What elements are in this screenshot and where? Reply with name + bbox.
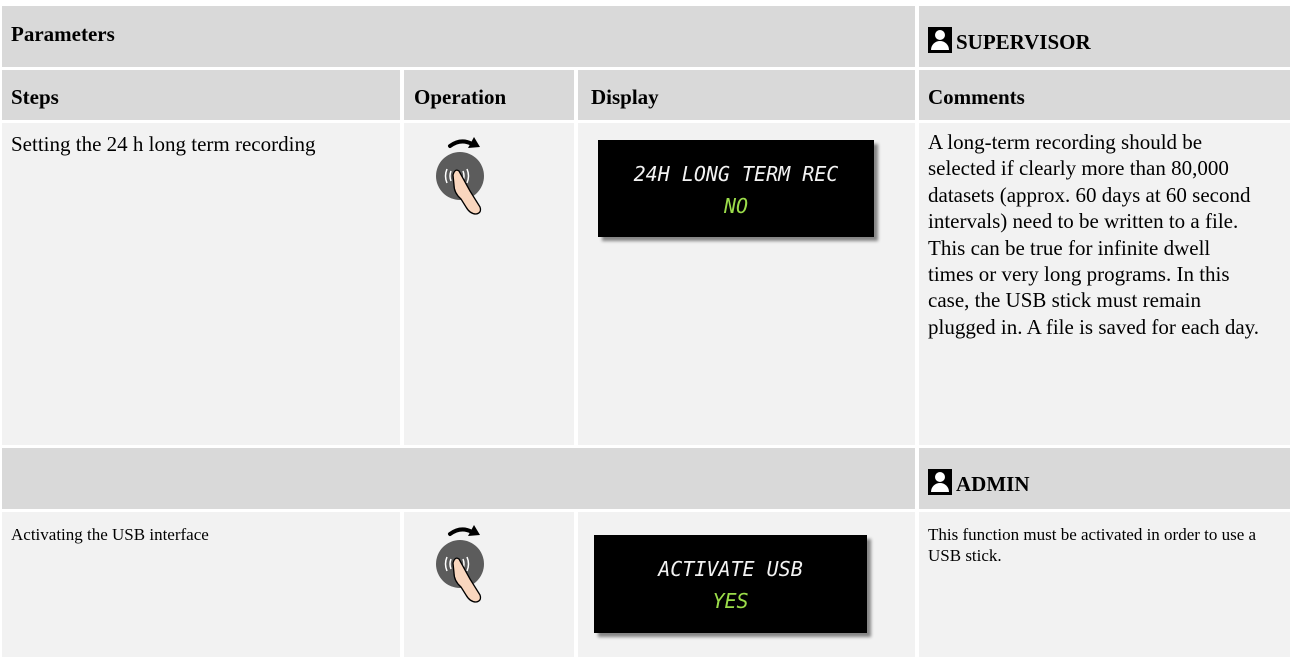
step-text: Activating the USB interface xyxy=(2,512,400,657)
lcd-display: ACTIVATE USB YES xyxy=(594,535,867,633)
column-header-display: Display xyxy=(578,70,915,120)
parameters-table: Parameters SUPERVISOR Steps Operation Di… xyxy=(0,0,1290,657)
comment-text: This function must be activated in order… xyxy=(919,512,1290,657)
lcd-display: 24H LONG TERM REC NO xyxy=(598,140,874,237)
step-text: Setting the 24 h long term recording xyxy=(2,123,400,445)
lcd-line-label: ACTIVATE USB xyxy=(658,557,803,581)
comment-text: A long-term recording should be selected… xyxy=(919,123,1290,445)
lcd-line-value: YES xyxy=(712,589,749,613)
lcd-line-value: NO xyxy=(723,194,749,218)
operation-cell xyxy=(404,123,574,445)
role-supervisor-label: SUPERVISOR xyxy=(956,30,1091,54)
display-cell: ACTIVATE USB YES xyxy=(578,512,915,657)
section-header-supervisor: Parameters SUPERVISOR xyxy=(0,6,1290,67)
section-header-blank xyxy=(2,448,915,509)
table-row: Setting the 24 h long term recording 24H… xyxy=(0,123,1290,445)
lcd-line-label: 24H LONG TERM REC xyxy=(633,162,839,186)
parameters-title: Parameters xyxy=(2,6,915,67)
column-header-comments: Comments xyxy=(919,70,1290,120)
display-cell: 24H LONG TERM REC NO xyxy=(578,123,915,445)
column-header-steps: Steps xyxy=(2,70,400,120)
rotate-knob-icon xyxy=(436,525,484,603)
rotate-knob-icon xyxy=(436,137,484,215)
table-row: Activating the USB interface ACTIVATE US… xyxy=(0,512,1290,657)
role-supervisor: SUPERVISOR xyxy=(919,6,1290,67)
user-icon xyxy=(928,469,952,495)
section-header-admin: ADMIN xyxy=(0,448,1290,509)
operation-cell xyxy=(404,512,574,657)
user-icon xyxy=(928,27,952,53)
role-admin-label: ADMIN xyxy=(956,472,1030,496)
column-header-operation: Operation xyxy=(404,70,574,120)
column-headers: Steps Operation Display Comments xyxy=(0,70,1290,120)
role-admin: ADMIN xyxy=(919,448,1290,509)
